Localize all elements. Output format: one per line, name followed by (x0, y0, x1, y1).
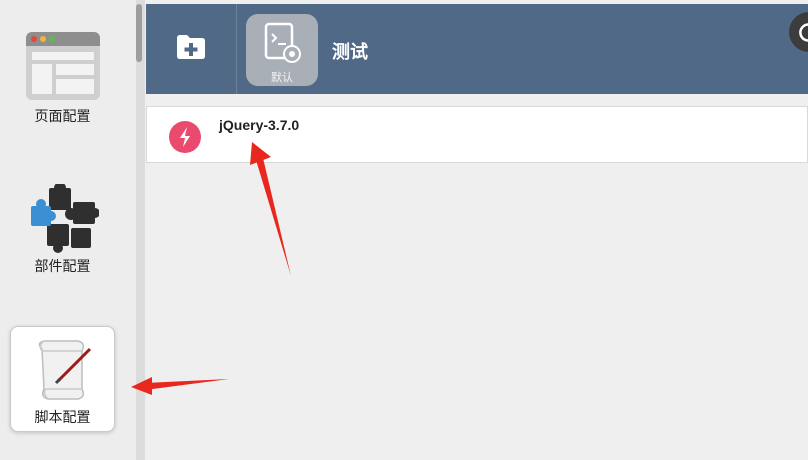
profile-name: 测试 (332, 42, 368, 63)
new-folder-button[interactable] (146, 4, 236, 94)
script-name: jQuery-3.7.0 (219, 117, 300, 133)
toolbar-divider (236, 4, 237, 94)
sidebar-item-widget-config[interactable]: 部件配置 (10, 174, 115, 280)
sidebar-item-label: 页面配置 (34, 109, 91, 125)
toolbar: 默认 测试 (146, 4, 808, 94)
sidebar: 页面配置 部件配置 脚本配置 (0, 0, 136, 460)
script-scroll-icon (38, 340, 91, 400)
sidebar-item-page-config[interactable]: 页面配置 (10, 24, 115, 130)
profile-default-label: 默认 (271, 71, 293, 84)
sidebar-scrollbar-thumb[interactable] (136, 4, 142, 62)
puzzle-pieces-icon (30, 184, 99, 253)
refresh-button[interactable] (789, 12, 808, 52)
browser-window-icon (25, 32, 100, 100)
sidebar-item-script-config[interactable]: 脚本配置 (10, 326, 115, 432)
script-link-icon (169, 121, 201, 153)
refresh-icon (799, 23, 808, 42)
profile-tile[interactable]: 默认 (246, 14, 318, 86)
folder-add-icon (177, 35, 205, 59)
script-settings-icon (264, 22, 301, 63)
annotation-arrow-up (256, 158, 291, 276)
script-list: jQuery-3.7.0 (146, 106, 808, 163)
script-list-item[interactable]: jQuery-3.7.0 (147, 107, 807, 162)
sidebar-scrollbar[interactable] (136, 0, 145, 460)
annotation-arrow-left (145, 379, 229, 390)
sidebar-item-label: 部件配置 (34, 259, 91, 275)
sidebar-item-label: 脚本配置 (34, 410, 91, 426)
